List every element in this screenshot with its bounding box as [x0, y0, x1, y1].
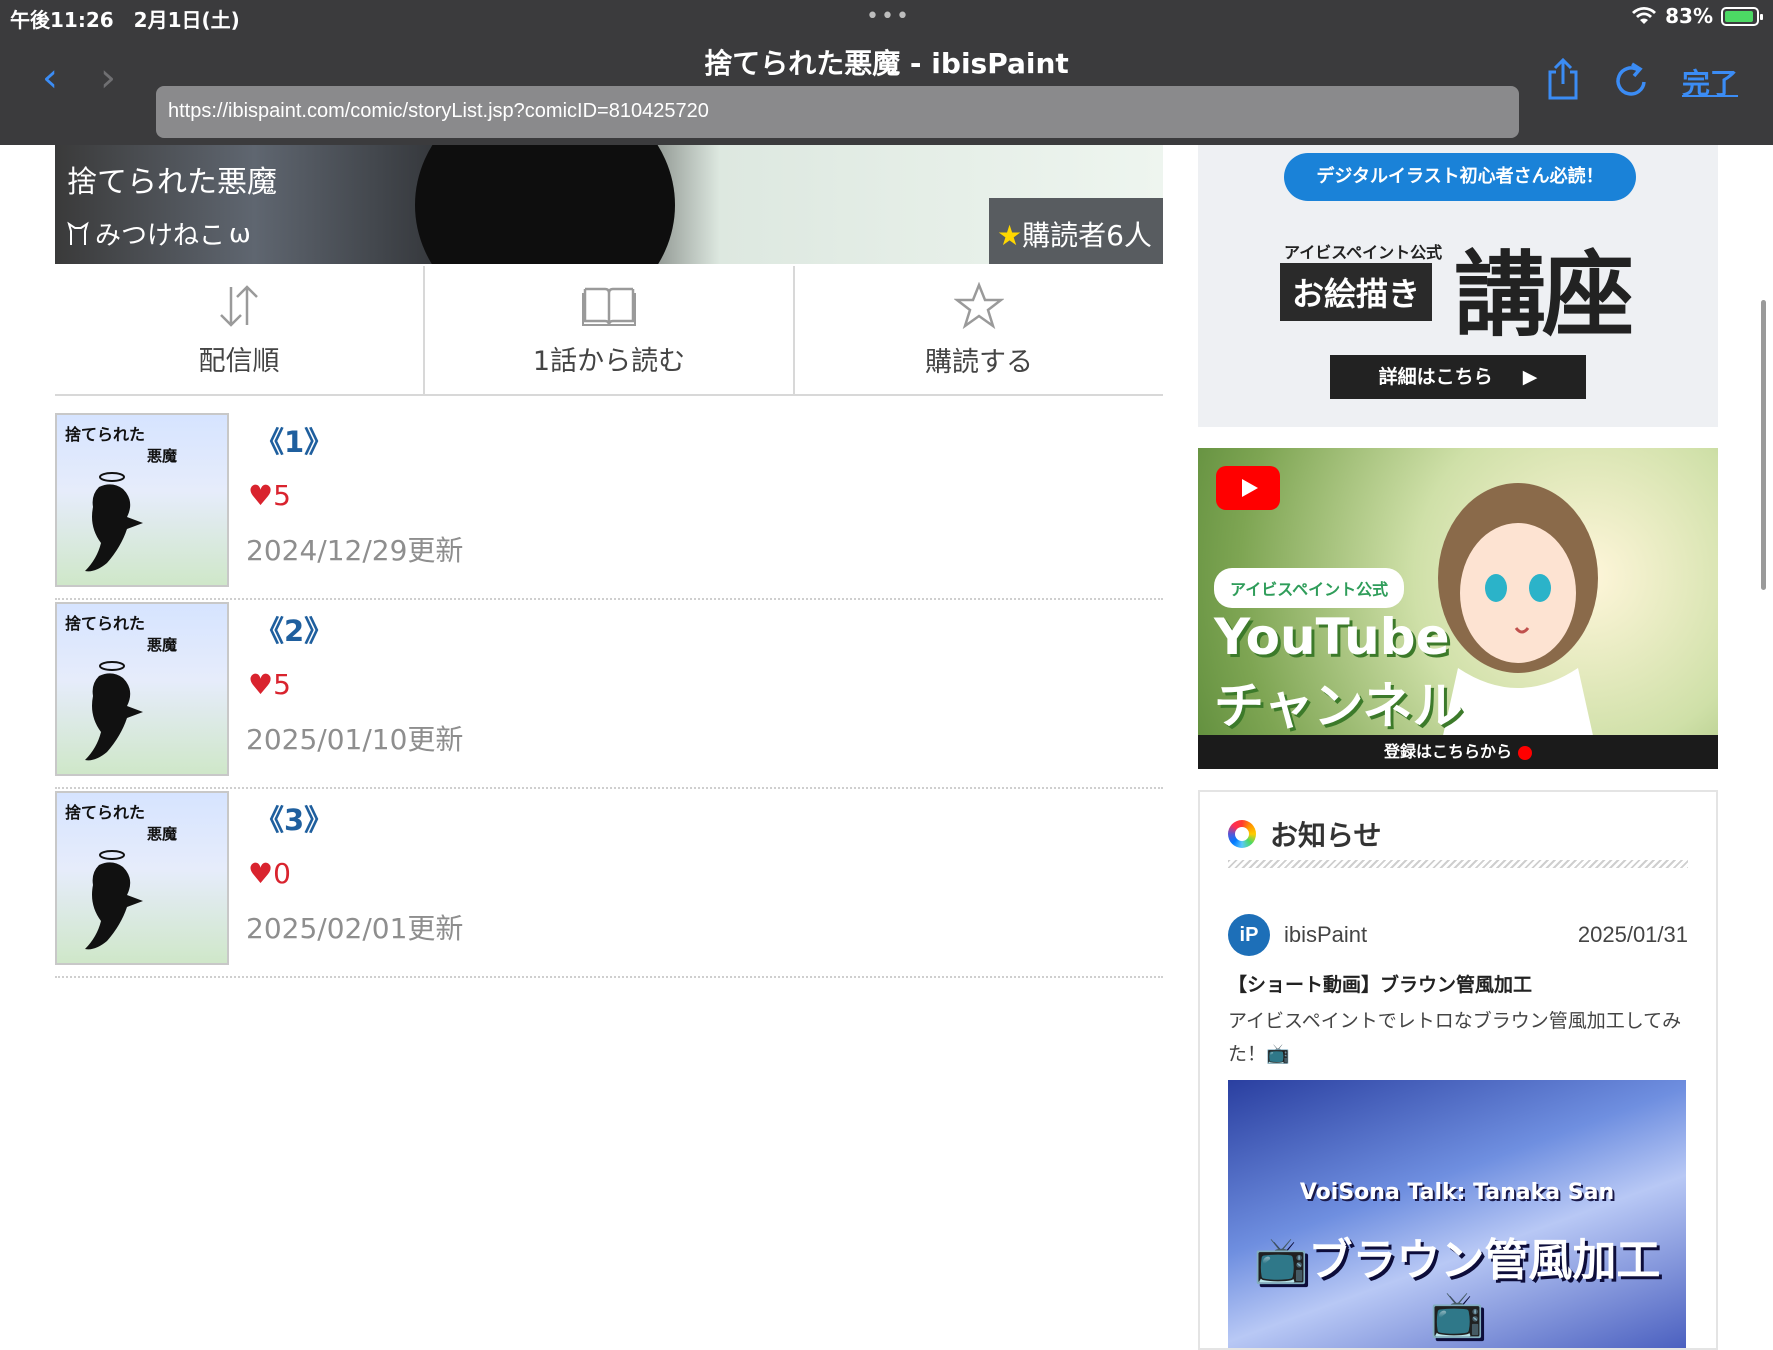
- story-thumbnail: 捨てられた 悪魔: [55, 413, 229, 587]
- read-from-first-label: 1話から読む: [532, 345, 686, 377]
- play-triangle-icon: ▶: [1522, 366, 1538, 388]
- story-updated-date: 2025/01/10更新: [246, 723, 464, 756]
- thumbnail-subtitle: 悪魔: [147, 636, 178, 654]
- drawing-course-ad[interactable]: デジタルイラスト初心者さん必読！ アイビスペイント公式 お絵描き 講座 詳細はこ…: [1198, 145, 1718, 427]
- likes-count: 5: [273, 479, 291, 512]
- ad2-youtube-text: YouTube: [1214, 608, 1450, 666]
- news-poster: iP ibisPaint: [1228, 914, 1367, 956]
- news-meta: iP ibisPaint 2025/01/31: [1228, 914, 1688, 956]
- story-thumbnail: 捨てられた 悪魔: [55, 602, 229, 776]
- scrollbar[interactable]: [1761, 300, 1766, 590]
- story-list: 捨てられた 悪魔 《1》 ♥5 2024/12/29更新 捨てられた 悪魔 《2…: [55, 411, 1163, 978]
- wifi-icon: [1632, 7, 1657, 24]
- multitasking-dots[interactable]: •••: [866, 4, 911, 29]
- reload-icon[interactable]: [1612, 58, 1652, 102]
- story-likes: ♥5: [248, 479, 291, 512]
- ad-drawing-label: お絵描き: [1280, 263, 1433, 321]
- story-item[interactable]: 捨てられた 悪魔 《1》 ♥5 2024/12/29更新: [55, 411, 1163, 600]
- chevron-left-icon[interactable]: ‹: [42, 58, 58, 98]
- thumbnail-subtitle: 悪魔: [147, 447, 178, 465]
- comic-action-bar: 配信順 1話から読む 購読する: [55, 266, 1163, 396]
- star-icon: ★: [997, 219, 1023, 252]
- ad-details-button[interactable]: 詳細はこちら ▶: [1330, 355, 1586, 399]
- browser-chrome: 午後11:26 2月1日(土) ••• 83% 捨てられた悪魔 - ibisPa…: [0, 0, 1773, 145]
- ad2-subscribe-label: 登録はこちらから: [1383, 742, 1512, 761]
- ibispaint-logo-icon: iP: [1228, 914, 1270, 956]
- read-from-first-button[interactable]: 1話から読む: [423, 266, 793, 394]
- news-body: アイビスペイントでレトロなブラウン管風加工してみた！📺: [1228, 1010, 1682, 1065]
- news-title: お知らせ: [1270, 819, 1382, 852]
- author-badge-icon: ω: [229, 218, 251, 249]
- subscribe-button[interactable]: 購読する: [793, 266, 1163, 394]
- subscriber-count-badge: ★購読者6人: [989, 198, 1163, 264]
- devil-silhouette-icon: [85, 472, 143, 572]
- story-item[interactable]: 捨てられた 悪魔 《2》 ♥5 2025/01/10更新: [55, 600, 1163, 789]
- sort-arrows-icon: [220, 284, 258, 327]
- thumbnail-subtitle: 悪魔: [147, 825, 178, 843]
- heart-icon: ♥: [248, 668, 274, 701]
- devil-silhouette-icon: [85, 661, 143, 761]
- thumbnail-title: 捨てられた: [65, 614, 146, 633]
- share-icon[interactable]: [1544, 58, 1582, 102]
- heart-icon: ♥: [248, 857, 274, 890]
- story-item[interactable]: 捨てられた 悪魔 《3》 ♥0 2025/02/01更新: [55, 789, 1163, 978]
- news-thumbnail[interactable]: VoiSona Talk: Tanaka San 📺ブラウン管風加工📺: [1228, 1080, 1686, 1348]
- status-time-date: 午後11:26 2月1日(土): [10, 8, 240, 32]
- sort-order-button[interactable]: 配信順: [55, 266, 423, 394]
- youtube-channel-ad[interactable]: アイビスペイント公式 YouTube チャンネル 登録はこちらから: [1198, 448, 1718, 769]
- comic-cover-banner: 捨てられた悪魔 みつけねこ ω ★購読者6人: [55, 145, 1163, 264]
- story-title[interactable]: 《2》: [255, 608, 333, 650]
- status-right: 83%: [1631, 4, 1763, 28]
- story-thumbnail: 捨てられた 悪魔: [55, 791, 229, 965]
- chevron-right-icon[interactable]: ›: [100, 58, 116, 98]
- ad-beginner-pill: デジタルイラスト初心者さん必読！: [1284, 153, 1636, 201]
- story-title[interactable]: 《3》: [255, 797, 333, 839]
- story-title[interactable]: 《1》: [255, 419, 333, 461]
- news-date: 2025/01/31: [1577, 922, 1688, 947]
- page-title: 捨てられた悪魔 - ibisPaint: [704, 47, 1069, 80]
- star-outline-icon: [954, 281, 1004, 329]
- news-divider: [1228, 860, 1688, 868]
- battery-icon: [1721, 6, 1763, 26]
- subscriber-count: 購読者6人: [1022, 219, 1152, 252]
- story-updated-date: 2024/12/29更新: [246, 534, 464, 567]
- ad2-subscribe-bar: 登録はこちらから: [1198, 735, 1718, 769]
- likes-count: 5: [273, 668, 291, 701]
- news-image-title: 📺ブラウン管風加工📺: [1253, 1235, 1661, 1340]
- done-button[interactable]: 完了: [1682, 62, 1738, 102]
- author-name: みつけねこ: [95, 221, 226, 251]
- sort-order-label: 配信順: [198, 345, 280, 377]
- news-headline[interactable]: 【ショート動画】ブラウン管風加工: [1228, 970, 1688, 997]
- open-book-icon: [582, 287, 636, 326]
- cover-silhouette: [415, 145, 675, 264]
- story-likes: ♥0: [248, 857, 291, 890]
- battery-fill: [1725, 10, 1754, 22]
- ad2-official-pill: アイビスペイント公式: [1214, 568, 1405, 608]
- likes-count: 0: [273, 857, 291, 890]
- news-item[interactable]: iP ibisPaint 2025/01/31 【ショート動画】ブラウン管風加工…: [1228, 914, 1688, 1071]
- comic-author[interactable]: みつけねこ ω: [67, 215, 251, 252]
- ad-course-heading: 講座: [1454, 242, 1634, 349]
- thumbnail-title: 捨てられた: [65, 803, 146, 822]
- record-dot-icon: [1518, 745, 1532, 760]
- battery-percent: 83%: [1665, 4, 1713, 28]
- ad-official-label: アイビスペイント公式: [1284, 243, 1443, 262]
- story-updated-date: 2025/02/01更新: [246, 912, 464, 945]
- color-wheel-icon: [1228, 820, 1256, 848]
- ad-details-label: 詳細はこちら: [1378, 366, 1493, 388]
- thumbnail-title: 捨てられた: [65, 425, 146, 444]
- comic-title: 捨てられた悪魔: [67, 165, 277, 200]
- cat-author-icon: [67, 221, 89, 245]
- url-bar[interactable]: https://ibispaint.com/comic/storyList.js…: [156, 86, 1519, 138]
- news-header: お知らせ: [1228, 814, 1381, 854]
- subscribe-label: 購読する: [925, 346, 1033, 378]
- ad2-channel-text: チャンネル: [1214, 677, 1463, 735]
- devil-silhouette-icon: [85, 850, 143, 950]
- news-image-caption: VoiSona Talk: Tanaka San: [1299, 1180, 1615, 1205]
- news-poster-name: ibisPaint: [1284, 922, 1368, 947]
- youtube-logo-icon: [1216, 466, 1280, 510]
- heart-icon: ♥: [248, 479, 274, 512]
- news-panel: お知らせ iP ibisPaint 2025/01/31 【ショート動画】ブラウ…: [1198, 790, 1718, 1350]
- story-likes: ♥5: [248, 668, 291, 701]
